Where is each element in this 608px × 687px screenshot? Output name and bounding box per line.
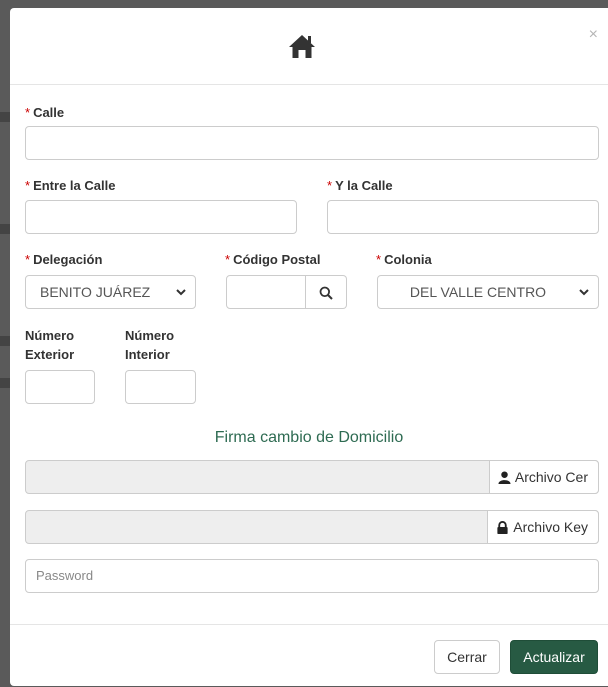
archivo-cer-field[interactable]: Archivo Cer [25, 460, 599, 494]
colonia-label: * Colonia [376, 250, 432, 269]
archivo-key-label: Archivo Key [513, 519, 588, 535]
codigo-postal-input[interactable] [226, 275, 306, 309]
colonia-value: DEL VALLE CENTRO [409, 284, 547, 300]
delegacion-select[interactable]: BENITO JUÁREZ [25, 275, 196, 309]
colonia-select[interactable]: DEL VALLE CENTRO [377, 275, 599, 309]
numero-exterior-label-line-2: Exterior [25, 347, 75, 362]
calle-input[interactable] [25, 126, 599, 160]
required-mark: * [25, 178, 31, 193]
archivo-key-button[interactable]: Archivo Key [487, 510, 599, 544]
change-address-modal: × * Calle * Entre la Calle * Y la Calle * De… [10, 8, 608, 686]
firma-section-title: Firma cambio de Domicilio [214, 429, 404, 446]
y-calle-input[interactable] [327, 200, 599, 234]
backdrop-strip [0, 378, 10, 388]
modal-footer: Cerrar Actualizar [10, 624, 608, 687]
entre-calle-label: * Entre la Calle [25, 176, 115, 195]
close-icon[interactable]: × [589, 26, 598, 44]
chevron-down-icon [579, 289, 589, 296]
actualizar-button[interactable]: Actualizar [510, 640, 598, 674]
calle-label-text: Calle [33, 105, 65, 120]
backdrop-strip [0, 224, 10, 234]
numero-exterior-input[interactable] [25, 370, 95, 404]
archivo-cer-button[interactable]: Archivo Cer [488, 460, 599, 494]
entre-calle-input[interactable] [25, 200, 297, 234]
delegacion-value: BENITO JUÁREZ [40, 284, 151, 300]
numero-interior-label-line-2: Interior [125, 347, 170, 362]
password-placeholder: Password [36, 568, 94, 583]
entre-calle-label-text: Entre la Calle [33, 178, 116, 193]
y-calle-label-text: Y la Calle [335, 178, 393, 193]
search-icon [319, 286, 333, 300]
numero-interior-label: Número Interior [125, 326, 174, 364]
codigo-postal-label: * Código Postal [225, 250, 320, 269]
delegacion-label: * Delegación [25, 250, 102, 269]
lock-icon [497, 520, 508, 534]
home-icon [289, 35, 315, 58]
codigo-postal-label-text: Código Postal [233, 252, 321, 267]
delegacion-label-text: Delegación [33, 252, 103, 267]
required-mark: * [376, 252, 382, 267]
required-mark: * [225, 252, 231, 267]
archivo-cer-label: Archivo Cer [514, 469, 588, 485]
y-calle-label: * Y la Calle [327, 176, 393, 195]
numero-exterior-label: Número Exterior [25, 326, 74, 364]
numero-interior-input[interactable] [125, 370, 196, 404]
backdrop-strip [0, 112, 10, 122]
calle-label: * Calle [25, 103, 64, 122]
colonia-label-text: Colonia [384, 252, 432, 267]
modal-header: × [10, 8, 608, 85]
numero-interior-label-line-1: Número [125, 328, 175, 343]
archivo-key-field[interactable]: Archivo Key [25, 510, 599, 544]
backdrop-strip [0, 336, 10, 346]
chevron-down-icon [176, 289, 186, 296]
codigo-postal-search-button[interactable] [306, 275, 347, 309]
password-input[interactable]: Password [25, 559, 599, 593]
numero-exterior-label-line-1: Número [25, 328, 75, 343]
user-icon [498, 470, 511, 484]
cerrar-button[interactable]: Cerrar [434, 640, 500, 674]
required-mark: * [327, 178, 333, 193]
required-mark: * [25, 105, 31, 120]
required-mark: * [25, 252, 31, 267]
